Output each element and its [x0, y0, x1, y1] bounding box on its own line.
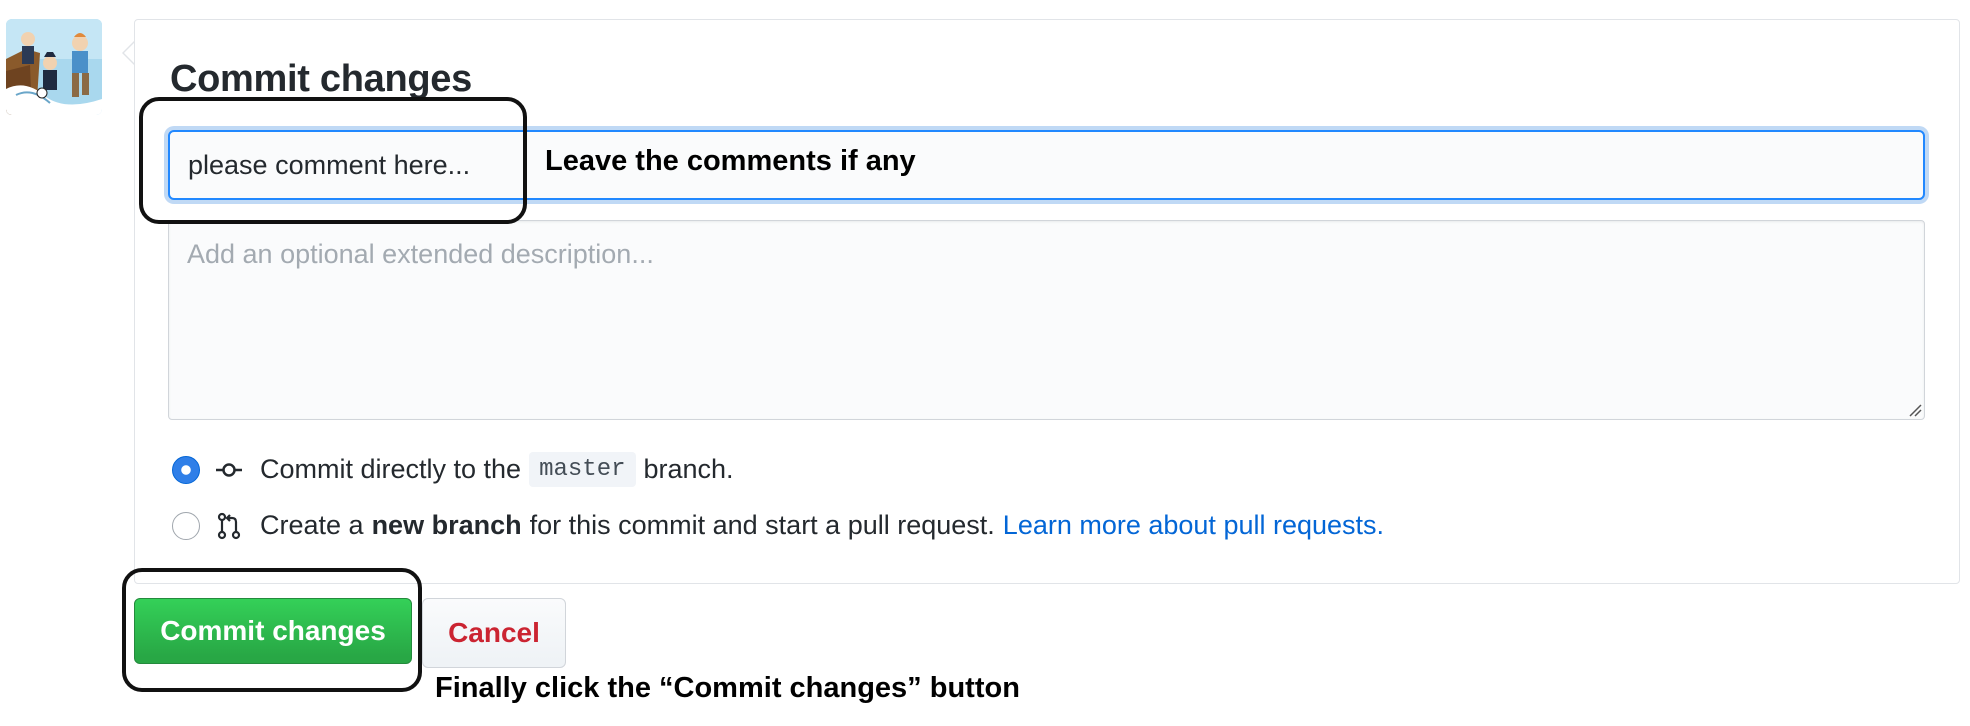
commit-changes-button[interactable]: Commit changes	[134, 598, 412, 664]
option-commit-directly[interactable]: Commit directly to the master branch.	[172, 452, 734, 487]
pull-request-docs-link[interactable]: Learn more about pull requests.	[1003, 510, 1384, 541]
option-new-prefix: Create a	[260, 510, 364, 540]
git-pull-request-icon	[217, 512, 241, 539]
git-commit-icon	[216, 462, 242, 477]
cancel-button[interactable]: Cancel	[422, 598, 566, 668]
annotation-commit-hint: Finally click the “Commit changes” butto…	[435, 672, 1020, 704]
avatar-illustration	[6, 19, 102, 115]
option-new-branch[interactable]: Create a new branch for this commit and …	[172, 510, 1384, 541]
option-direct-suffix: branch.	[643, 454, 734, 484]
option-direct-prefix: Commit directly to the	[260, 454, 522, 484]
option-new-bold: new branch	[371, 510, 522, 540]
radio-commit-directly[interactable]	[172, 455, 200, 484]
branch-name: master	[529, 452, 636, 487]
commit-description-textarea[interactable]	[168, 220, 1925, 420]
form-title: Commit changes	[170, 58, 472, 100]
option-new-middle: for this commit and start a pull request…	[529, 510, 995, 540]
annotation-comment-hint: Leave the comments if any	[545, 145, 916, 177]
commit-summary-input[interactable]	[168, 130, 1925, 200]
user-avatar	[6, 19, 102, 115]
resize-grip-icon[interactable]	[1908, 403, 1922, 417]
radio-new-branch[interactable]	[172, 511, 200, 540]
